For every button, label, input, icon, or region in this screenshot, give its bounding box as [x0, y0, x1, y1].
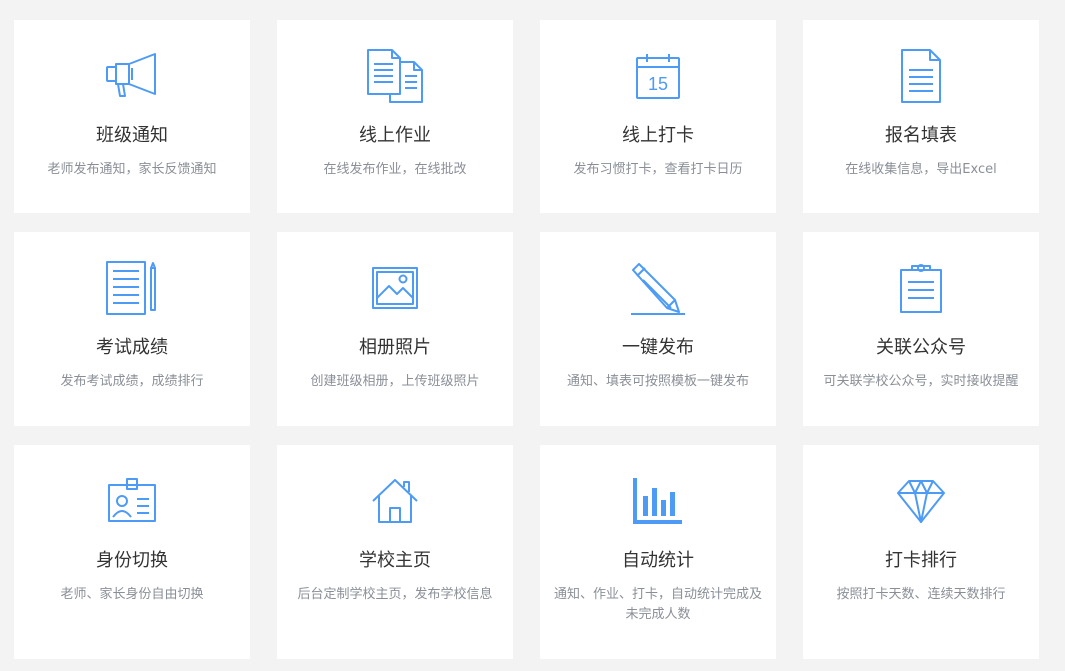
feature-card-photo-album[interactable]: 相册照片 创建班级相册，上传班级照片 [277, 232, 513, 426]
feature-card-class-notice[interactable]: 班级通知 老师发布通知，家长反馈通知 [14, 20, 250, 213]
documents-icon [277, 48, 513, 104]
feature-description: 老师、家长身份自由切换 [60, 587, 204, 602]
feature-title: 打卡排行 [885, 550, 957, 571]
feature-description: 通知、填表可按照模板一键发布 [566, 374, 749, 389]
feature-card-online-checkin[interactable]: 15 线上打卡 发布习惯打卡，查看打卡日历 [540, 20, 776, 213]
feature-card-registration-form[interactable]: 报名填表 在线收集信息，导出Excel [803, 20, 1039, 213]
feature-title: 关联公众号 [876, 337, 966, 358]
form-document-icon [803, 48, 1039, 104]
feature-title: 报名填表 [885, 125, 957, 146]
megaphone-icon [14, 48, 250, 104]
pencil-icon [540, 260, 776, 316]
feature-card-exam-scores[interactable]: 考试成绩 发布考试成绩，成绩排行 [14, 232, 250, 426]
calendar-icon: 15 [540, 48, 776, 104]
feature-card-one-click-publish[interactable]: 一键发布 通知、填表可按照模板一键发布 [540, 232, 776, 426]
photo-icon [277, 260, 513, 316]
diamond-icon [803, 473, 1039, 529]
feature-description: 按照打卡天数、连续天数排行 [836, 587, 1006, 602]
feature-description: 通知、作业、打卡，自动统计完成及未完成人数 [554, 587, 763, 622]
notebook-pencil-icon [14, 260, 250, 316]
feature-title: 线上打卡 [622, 125, 694, 146]
feature-description: 可关联学校公众号，实时接收提醒 [823, 374, 1019, 389]
feature-description: 后台定制学校主页，发布学校信息 [297, 587, 493, 602]
calendar-day-number: 15 [648, 74, 668, 94]
feature-title: 身份切换 [96, 550, 168, 571]
feature-title: 班级通知 [96, 125, 168, 146]
feature-title: 学校主页 [359, 550, 431, 571]
bar-chart-icon [540, 473, 776, 529]
feature-grid: 班级通知 老师发布通知，家长反馈通知 线上作业 在线发布作业，在线批改 15 线… [0, 0, 1065, 671]
clipboard-icon [803, 260, 1039, 316]
feature-title: 考试成绩 [96, 337, 168, 358]
house-icon [277, 473, 513, 529]
feature-title: 一键发布 [622, 337, 694, 358]
feature-card-online-homework[interactable]: 线上作业 在线发布作业，在线批改 [277, 20, 513, 213]
feature-card-link-official-account[interactable]: 关联公众号 可关联学校公众号，实时接收提醒 [803, 232, 1039, 426]
feature-card-auto-statistics[interactable]: 自动统计 通知、作业、打卡，自动统计完成及未完成人数 [540, 445, 776, 659]
feature-description: 在线收集信息，导出Excel [845, 162, 997, 177]
feature-description: 创建班级相册，上传班级照片 [310, 374, 480, 389]
feature-title: 相册照片 [359, 337, 431, 358]
feature-description: 在线发布作业，在线批改 [323, 162, 467, 177]
feature-title: 线上作业 [359, 125, 431, 146]
feature-description: 发布考试成绩，成绩排行 [60, 374, 204, 389]
feature-description: 老师发布通知，家长反馈通知 [47, 162, 217, 177]
feature-card-identity-switch[interactable]: 身份切换 老师、家长身份自由切换 [14, 445, 250, 659]
id-badge-icon [14, 473, 250, 529]
feature-card-school-homepage[interactable]: 学校主页 后台定制学校主页，发布学校信息 [277, 445, 513, 659]
feature-title: 自动统计 [622, 550, 694, 571]
feature-description: 发布习惯打卡，查看打卡日历 [573, 162, 743, 177]
feature-card-checkin-ranking[interactable]: 打卡排行 按照打卡天数、连续天数排行 [803, 445, 1039, 659]
